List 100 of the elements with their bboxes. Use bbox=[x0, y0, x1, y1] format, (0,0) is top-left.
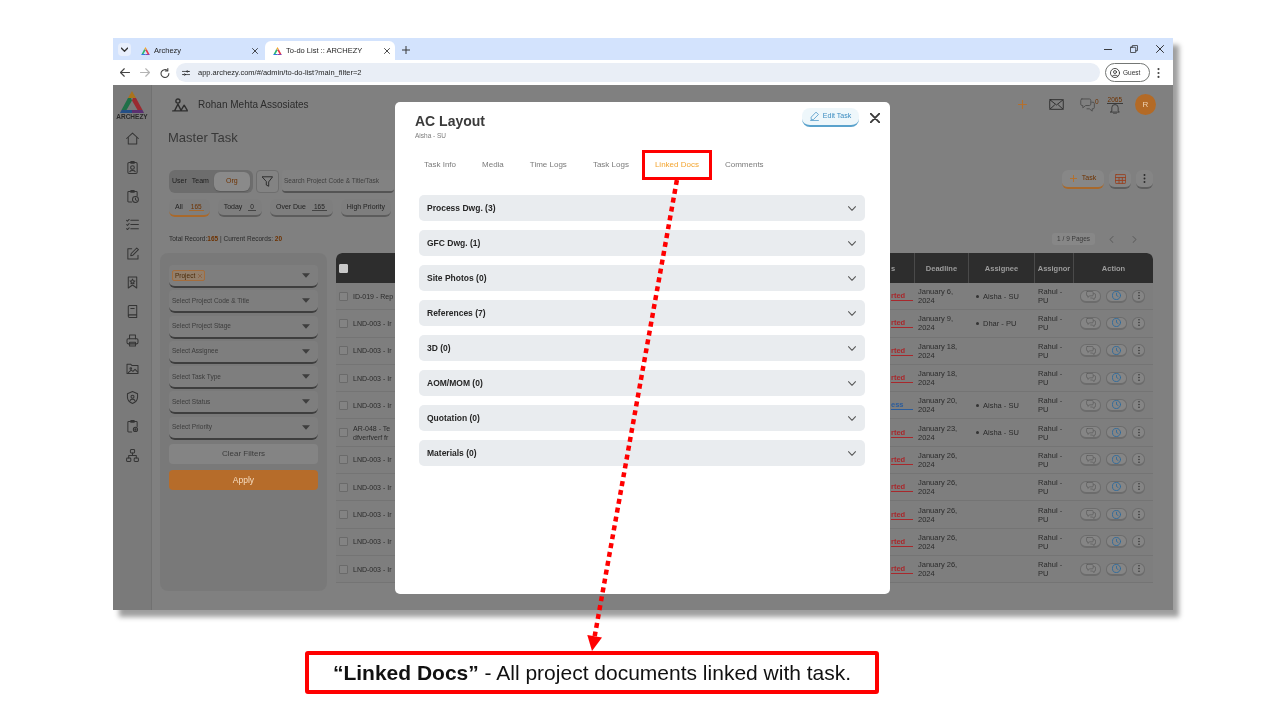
chevron-down-icon bbox=[848, 380, 856, 386]
chevron-right-icon[interactable] bbox=[1131, 235, 1137, 243]
clipboard-gear-icon[interactable] bbox=[125, 419, 139, 433]
clipboard-user-icon[interactable] bbox=[125, 160, 139, 174]
row-checkbox[interactable] bbox=[338, 537, 348, 547]
close-icon[interactable] bbox=[384, 47, 390, 54]
more-button[interactable] bbox=[1132, 480, 1145, 494]
more-button[interactable] bbox=[1132, 289, 1145, 303]
more-button[interactable] bbox=[1132, 426, 1145, 440]
chat-icon[interactable] bbox=[1079, 97, 1095, 112]
chat-button[interactable] bbox=[1080, 453, 1101, 467]
book-icon[interactable] bbox=[125, 304, 139, 318]
chevron-left-icon[interactable] bbox=[1108, 235, 1114, 243]
mail-icon[interactable] bbox=[1048, 99, 1064, 110]
apply-button[interactable]: Apply bbox=[169, 470, 318, 491]
clock-button[interactable] bbox=[1106, 535, 1127, 549]
clock-button[interactable] bbox=[1106, 398, 1127, 412]
chat-button[interactable] bbox=[1080, 398, 1101, 412]
reload-icon[interactable] bbox=[160, 67, 170, 78]
clipboard-clock-icon[interactable] bbox=[125, 189, 139, 203]
row-checkbox[interactable] bbox=[338, 291, 348, 301]
select-all-checkbox[interactable] bbox=[338, 263, 348, 273]
dialog-tab[interactable]: Linked Docs bbox=[641, 150, 712, 180]
clock-button[interactable] bbox=[1106, 508, 1127, 521]
chat-button[interactable] bbox=[1080, 344, 1101, 358]
dialog-tab[interactable]: Media bbox=[469, 150, 517, 180]
row-checkbox[interactable] bbox=[338, 346, 348, 356]
bookmark-star-icon[interactable] bbox=[125, 276, 139, 289]
more-button[interactable] bbox=[1132, 344, 1145, 358]
clock-button[interactable] bbox=[1106, 344, 1127, 358]
accordion-header[interactable]: Site Photos (0) bbox=[419, 265, 865, 291]
clock-button[interactable] bbox=[1106, 480, 1127, 494]
more-button[interactable] bbox=[1136, 170, 1153, 189]
chat-button[interactable] bbox=[1080, 371, 1101, 385]
clock-button[interactable] bbox=[1106, 371, 1127, 385]
forward-arrow-icon[interactable] bbox=[140, 68, 150, 77]
avatar[interactable]: R bbox=[1135, 94, 1156, 115]
dialog-tab[interactable]: Comments bbox=[711, 150, 777, 180]
caret-down-icon bbox=[302, 424, 310, 430]
more-button[interactable] bbox=[1132, 371, 1145, 385]
tab-list-button[interactable] bbox=[118, 43, 131, 56]
logo-icon bbox=[141, 46, 150, 55]
company-name: Rohan Mehta Assosiates bbox=[198, 98, 309, 111]
row-checkbox[interactable] bbox=[338, 510, 348, 519]
sitemap-icon[interactable] bbox=[125, 448, 139, 462]
more-button[interactable] bbox=[1132, 535, 1145, 549]
plus-icon[interactable] bbox=[402, 46, 410, 54]
accordion-header[interactable]: AOM/MOM (0) bbox=[419, 370, 865, 396]
chat-button[interactable] bbox=[1080, 508, 1101, 521]
chat-button[interactable] bbox=[1080, 426, 1101, 440]
home-icon[interactable] bbox=[125, 132, 139, 145]
chat-button[interactable] bbox=[1080, 535, 1101, 549]
accordion-header[interactable]: References (7) bbox=[419, 300, 865, 326]
more-button[interactable] bbox=[1132, 453, 1145, 467]
clock-button[interactable] bbox=[1106, 426, 1127, 440]
row-checkbox[interactable] bbox=[338, 318, 348, 328]
more-button[interactable] bbox=[1132, 508, 1145, 521]
caret-down-icon bbox=[302, 298, 310, 304]
edit-icon[interactable] bbox=[125, 247, 139, 261]
shield-user-icon[interactable] bbox=[125, 391, 139, 405]
printer-icon[interactable] bbox=[125, 333, 139, 347]
filter-button[interactable] bbox=[256, 170, 279, 193]
table-view-button[interactable] bbox=[1109, 170, 1131, 189]
clock-button[interactable] bbox=[1106, 453, 1127, 467]
checklist-icon[interactable] bbox=[125, 218, 139, 232]
dialog-tab[interactable]: Task Info bbox=[411, 150, 469, 180]
clock-button[interactable] bbox=[1106, 562, 1127, 576]
clock-button[interactable] bbox=[1106, 316, 1127, 330]
accordion-header[interactable]: Process Dwg. (3) bbox=[419, 195, 865, 221]
folder-image-icon[interactable] bbox=[125, 362, 139, 376]
dialog-tab[interactable]: Time Logs bbox=[516, 150, 580, 180]
row-checkbox[interactable] bbox=[338, 373, 348, 383]
row-checkbox[interactable] bbox=[338, 428, 348, 438]
chat-button[interactable] bbox=[1080, 562, 1101, 576]
tune-icon[interactable] bbox=[182, 68, 190, 77]
more-button[interactable] bbox=[1132, 316, 1145, 330]
close-icon[interactable] bbox=[870, 113, 880, 123]
accordion-header[interactable]: Quotation (0) bbox=[419, 405, 865, 431]
dialog-tab[interactable]: Task Logs bbox=[579, 150, 642, 180]
kebab-icon[interactable] bbox=[1157, 67, 1160, 78]
row-checkbox[interactable] bbox=[338, 482, 348, 492]
more-button[interactable] bbox=[1132, 562, 1145, 576]
accordion-header[interactable]: 3D (0) bbox=[419, 335, 865, 361]
close-icon[interactable] bbox=[252, 47, 258, 54]
kebab-icon bbox=[1137, 292, 1140, 300]
clear-filters-button[interactable]: Clear Filters bbox=[169, 444, 318, 465]
chat-button[interactable] bbox=[1080, 289, 1101, 303]
more-button[interactable] bbox=[1132, 398, 1145, 412]
row-checkbox[interactable] bbox=[338, 400, 348, 410]
row-checkbox[interactable] bbox=[338, 455, 348, 465]
chat-icon bbox=[1085, 291, 1096, 301]
clock-button[interactable] bbox=[1106, 289, 1127, 303]
chat-button[interactable] bbox=[1080, 316, 1101, 330]
chat-button[interactable] bbox=[1080, 480, 1101, 494]
accordion-header[interactable]: Materials (0) bbox=[419, 440, 865, 466]
row-checkbox[interactable] bbox=[338, 564, 348, 574]
pencil-icon bbox=[809, 112, 819, 121]
accordion-header[interactable]: GFC Dwg. (1) bbox=[419, 230, 865, 256]
bell-icon[interactable] bbox=[1109, 103, 1120, 114]
back-arrow-icon[interactable] bbox=[120, 68, 130, 77]
